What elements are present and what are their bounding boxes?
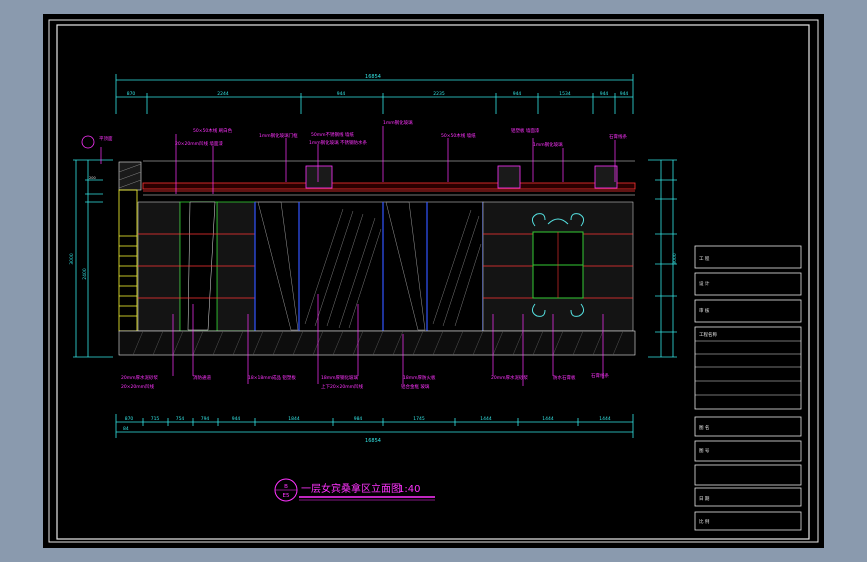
annotation-label: 20mm厚水泥砂浆 bbox=[121, 374, 158, 381]
annotation-label: 20×20mm凹线 墙面漆 bbox=[175, 140, 223, 147]
dim-value: 944 bbox=[513, 91, 522, 97]
title-block-cell: 工程名称 bbox=[699, 331, 717, 338]
overall-dim-bottom: 16854 bbox=[365, 438, 381, 444]
dim-value: 944 bbox=[232, 416, 241, 422]
dim-value: 984 bbox=[354, 416, 363, 422]
overall-dim-top: 16854 bbox=[365, 74, 381, 80]
left-dimensions bbox=[73, 159, 113, 358]
left-dim-total: 3000 bbox=[69, 253, 75, 265]
annotation-label: 1mm钢化玻璃 bbox=[533, 141, 563, 148]
bottom-dim-values: 870 715 754 794 944 1844 984 1745 1444 1… bbox=[123, 416, 611, 432]
annotation-label: 50×50木线 墙纸 bbox=[441, 132, 476, 139]
annotation-label: 50mm不锈钢线 墙纸 bbox=[311, 131, 354, 138]
annotation-label: 20×20mm凹线 bbox=[121, 383, 154, 390]
dim-value: 754 bbox=[176, 416, 185, 422]
elevation-body bbox=[118, 160, 636, 356]
dim-value: 870 bbox=[125, 416, 134, 422]
title-section-sheet: E5 bbox=[283, 493, 290, 499]
dim-value: 715 bbox=[151, 416, 160, 422]
dim-value: 944 bbox=[620, 91, 629, 97]
dim-value: 794 bbox=[201, 416, 210, 422]
right-dim-total: 3000 bbox=[672, 253, 678, 265]
dim-value: 944 bbox=[337, 91, 346, 97]
annotation-label: 18×18mm成品 铝塑板 bbox=[248, 374, 296, 381]
left-dim-wall: 2400 bbox=[82, 268, 88, 280]
annotation-label: 防水石膏板 bbox=[553, 374, 576, 381]
title-block: 工 程 设 计 审 核 工程名称 图 名 图 号 日 期 比 例 bbox=[694, 245, 802, 531]
annotation-label: 铝合金框 玻璃 bbox=[401, 383, 430, 390]
dim-value: 84 bbox=[123, 426, 129, 432]
annotation-label: 18mm厚防火板 bbox=[403, 374, 436, 381]
title-block-cell: 图 号 bbox=[699, 448, 710, 454]
dim-value: 944 bbox=[600, 91, 609, 97]
bottom-dimensions bbox=[115, 414, 634, 438]
dim-value: 1444 bbox=[480, 416, 492, 422]
annotation-label: 石膏线条 bbox=[609, 133, 627, 140]
title-text: 一层女宾桑拿区立面图 bbox=[301, 482, 401, 495]
title-section-mark: B bbox=[284, 484, 288, 490]
annotation-label: 平顶面 bbox=[99, 136, 113, 142]
annotation-label: 上下20×20mm凹线 bbox=[321, 383, 363, 390]
top-dimensions bbox=[115, 74, 634, 114]
title-scale: 1:40 bbox=[398, 484, 420, 495]
dim-value: 2244 bbox=[217, 91, 229, 97]
annotation-label: 消防通道 bbox=[193, 374, 211, 381]
annotation-label: 石膏线条 bbox=[591, 372, 609, 379]
section-marker bbox=[81, 135, 95, 149]
annotation-label: 1mm钢化玻璃门框 bbox=[259, 132, 298, 139]
annotation-label: 20mm厚水泥砂浆 bbox=[491, 374, 528, 381]
annotation-label: 18mm厚钢化玻璃 bbox=[321, 374, 358, 381]
dim-value: 1745 bbox=[413, 416, 425, 422]
dim-value: 1844 bbox=[288, 416, 300, 422]
top-annotations: 平顶面 50×50木线 刷白色 20×20mm凹线 墙面漆 1mm钢化玻璃门框 … bbox=[99, 119, 627, 148]
title-block-cell: 工 程 bbox=[699, 255, 710, 262]
dim-value: 1444 bbox=[599, 416, 611, 422]
top-dim-values: 870 2244 944 2235 944 1534 944 944 bbox=[127, 91, 629, 97]
annotation-label: 1mm钢化玻璃 不锈钢防水条 bbox=[309, 139, 368, 146]
title-block-cell: 设 计 bbox=[699, 280, 710, 287]
title-block-cell: 图 名 bbox=[699, 424, 709, 431]
drawing-title: B E5 一层女宾桑拿区立面图 1:40 bbox=[274, 478, 435, 502]
left-dim-small: 200 bbox=[89, 176, 96, 180]
bottom-annotations: 20mm厚水泥砂浆 20×20mm凹线 消防通道 18×18mm成品 铝塑板 1… bbox=[121, 372, 609, 390]
title-block-cell: 审 核 bbox=[699, 307, 710, 314]
annotation-label: 铝塑板 墙面漆 bbox=[511, 127, 540, 134]
annotation-label: 1mm钢化玻璃 bbox=[383, 119, 413, 126]
dim-value: 870 bbox=[127, 91, 136, 97]
title-block-cell: 日 期 bbox=[699, 496, 710, 502]
title-block-cell: 比 例 bbox=[699, 518, 710, 525]
dim-value: 1444 bbox=[542, 416, 554, 422]
cad-viewport[interactable]: 16854 870 2244 944 2235 944 1534 944 944… bbox=[43, 14, 824, 548]
dim-value: 2235 bbox=[433, 91, 445, 97]
annotation-label: 50×50木线 刷白色 bbox=[193, 127, 233, 134]
elevation-drawing: 16854 870 2244 944 2235 944 1534 944 944… bbox=[48, 19, 819, 543]
dim-value: 1534 bbox=[559, 91, 571, 97]
